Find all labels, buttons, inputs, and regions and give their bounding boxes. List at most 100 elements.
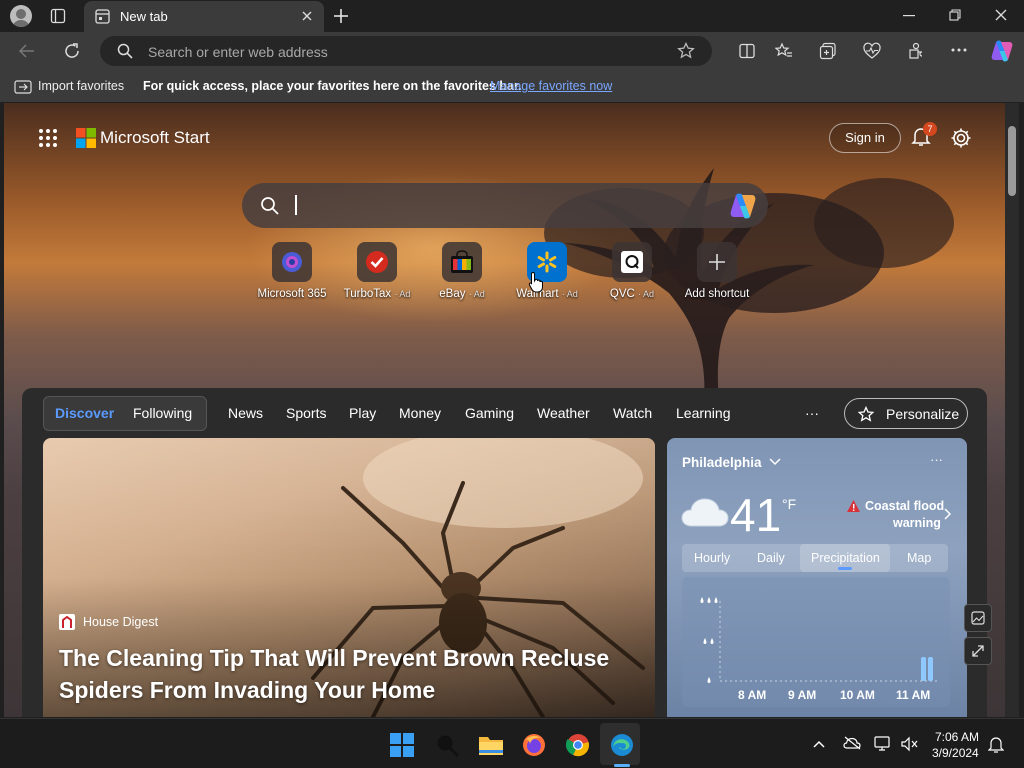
quick-link-label: TurboTax (343, 288, 392, 300)
weather-location[interactable]: Philadelphia (682, 455, 762, 470)
tab-discover[interactable]: Discover (55, 405, 114, 421)
article-source[interactable]: House Digest (83, 615, 158, 629)
back-icon[interactable] (19, 44, 35, 58)
title-bar: New tab (0, 0, 1024, 32)
quick-link-microsoft-365[interactable]: Microsoft 365 (252, 242, 332, 300)
ad-label: · Ad (468, 289, 485, 299)
tab-following[interactable]: Following (133, 405, 192, 421)
sparkle-star-icon (858, 406, 876, 423)
weather-tab-daily[interactable]: Daily (757, 551, 785, 565)
tab-money[interactable]: Money (399, 405, 441, 421)
sign-in-button[interactable]: Sign in (829, 123, 901, 153)
active-app-indicator (614, 764, 630, 767)
chart-time-label: 11 AM (896, 688, 931, 702)
edge-icon[interactable] (610, 733, 634, 757)
search-icon (260, 196, 279, 215)
notifications-icon[interactable] (988, 736, 1004, 754)
search-icon (117, 43, 133, 59)
ad-label: · Ad (394, 289, 411, 299)
raindrop-icons (700, 597, 718, 683)
ad-label: · Ad (638, 289, 655, 299)
chrome-icon[interactable] (566, 733, 590, 757)
chevron-up-icon[interactable] (813, 740, 825, 748)
browser-essentials-icon[interactable] (863, 42, 881, 60)
close-tab-icon[interactable] (301, 10, 313, 22)
tab-sports[interactable]: Sports (286, 405, 326, 421)
web-search-box[interactable] (242, 183, 768, 228)
tab-learning[interactable]: Learning (676, 405, 731, 421)
warning-icon (846, 499, 861, 513)
weather-tab-map[interactable]: Map (907, 551, 931, 565)
address-placeholder: Search or enter web address (148, 44, 328, 60)
tab-news[interactable]: News (228, 405, 263, 421)
copilot-icon[interactable] (989, 39, 1015, 63)
new-tab-button[interactable] (333, 8, 349, 24)
app-launcher-icon[interactable] (38, 128, 58, 148)
profile-avatar[interactable] (10, 5, 32, 27)
search-icon[interactable] (436, 734, 460, 758)
clock-date[interactable]: 3/9/2024 (932, 746, 979, 760)
network-icon[interactable] (874, 736, 892, 752)
weather-unit[interactable]: °F (782, 496, 796, 512)
add-shortcut-button[interactable]: Add shortcut (677, 242, 757, 300)
settings-gear-icon[interactable] (950, 127, 972, 149)
clock-time[interactable]: 7:06 AM (935, 730, 979, 744)
tab-new-tab[interactable]: New tab (84, 1, 324, 32)
collections-icon[interactable] (819, 42, 837, 60)
chevron-down-icon[interactable] (769, 458, 781, 466)
weather-tab-hourly[interactable]: Hourly (694, 551, 730, 565)
chart-time-label: 9 AM (788, 688, 817, 702)
tab-title: New tab (120, 9, 168, 24)
weather-tab-precipitation[interactable]: Precipitation (811, 551, 880, 565)
new-tab-page-icon (95, 9, 110, 24)
text-caret (295, 195, 297, 215)
quick-link-label: QVC (609, 288, 635, 300)
favorites-icon[interactable] (775, 42, 793, 60)
favorites-hint: For quick access, place your favorites h… (143, 79, 522, 93)
manage-favorites-link[interactable]: Manage favorites now (490, 79, 612, 93)
more-options-icon[interactable] (951, 48, 967, 52)
address-bar[interactable]: Search or enter web address (100, 36, 712, 66)
onedrive-icon[interactable] (843, 736, 861, 750)
quick-link-ebay[interactable]: eBay · Ad (422, 242, 502, 300)
article-headline[interactable]: The Cleaning Tip That Will Prevent Brown… (59, 642, 619, 706)
expand-icon[interactable] (964, 637, 992, 665)
quick-link-walmart[interactable]: Walmart · Ad (507, 242, 587, 300)
tab-gaming[interactable]: Gaming (465, 405, 514, 421)
tab-actions-icon[interactable] (50, 8, 66, 24)
firefox-icon[interactable] (522, 733, 546, 757)
close-window-icon[interactable] (995, 9, 1007, 21)
copilot-icon[interactable] (728, 192, 758, 220)
weather-more-button[interactable]: ··· (930, 452, 943, 467)
brand-name[interactable]: Microsoft Start (100, 128, 210, 148)
tab-watch[interactable]: Watch (613, 405, 652, 421)
volume-muted-icon[interactable] (901, 736, 919, 752)
personalize-button[interactable]: Personalize (844, 398, 968, 429)
windows-start-icon[interactable] (390, 733, 414, 757)
refresh-icon[interactable] (63, 42, 81, 60)
add-favorite-icon[interactable] (677, 42, 695, 60)
scrollbar-thumb[interactable] (1008, 126, 1016, 196)
chevron-right-icon[interactable] (944, 508, 951, 520)
quick-link-turbotax[interactable]: TurboTax · Ad (337, 242, 417, 300)
minimize-icon[interactable] (903, 15, 915, 17)
file-explorer-icon[interactable] (478, 733, 504, 757)
qvc-icon (612, 242, 652, 282)
weather-alert-title[interactable]: Coastal flood (865, 499, 944, 513)
background-image-button[interactable] (964, 604, 992, 632)
microsoft-logo-icon (76, 128, 96, 148)
ebay-bag-icon (442, 242, 482, 282)
tab-play[interactable]: Play (349, 405, 376, 421)
turbotax-icon (357, 242, 397, 282)
extensions-icon[interactable] (907, 42, 925, 60)
restore-icon[interactable] (949, 9, 961, 21)
microsoft-365-icon (272, 242, 312, 282)
taskbar: 7:06 AM 3/9/2024 (0, 718, 1024, 768)
import-favorites-button[interactable]: Import favorites (38, 79, 124, 93)
tab-weather[interactable]: Weather (537, 405, 590, 421)
split-screen-icon[interactable] (739, 43, 755, 59)
more-tabs-button[interactable]: ··· (805, 405, 819, 421)
quick-link-qvc[interactable]: QVC · Ad (592, 242, 672, 300)
hand-cursor-icon (528, 271, 544, 293)
weather-alert-subtitle[interactable]: warning (893, 516, 941, 530)
